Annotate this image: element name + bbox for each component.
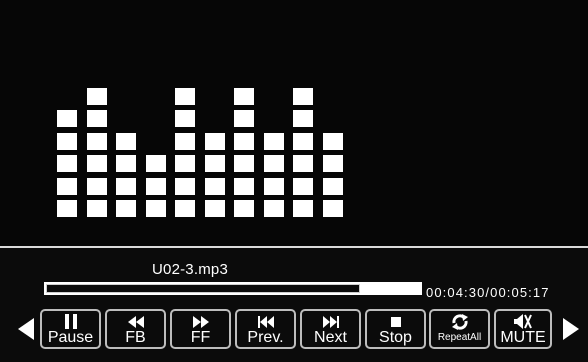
progress-played [46, 284, 360, 293]
fast-forward-icon [172, 314, 229, 329]
prev-label: Prev. [247, 329, 284, 346]
equalizer-block [175, 200, 195, 217]
right-arrow-icon[interactable] [563, 318, 579, 340]
stop-icon [367, 314, 424, 329]
progress-bar[interactable] [44, 282, 422, 295]
equalizer-block [234, 133, 254, 150]
next-track-icon [302, 314, 359, 329]
left-arrow-icon[interactable] [18, 318, 34, 340]
equalizer-block [87, 88, 107, 105]
equalizer-block [146, 155, 166, 172]
divider [0, 246, 588, 248]
equalizer-block [293, 133, 313, 150]
next-button[interactable]: Next [300, 309, 361, 349]
equalizer-block [175, 133, 195, 150]
equalizer-block [293, 155, 313, 172]
audio-visualizer [0, 0, 588, 246]
equalizer-block [205, 155, 225, 172]
stop-label: Stop [379, 329, 412, 346]
fast-backward-icon [107, 314, 164, 329]
equalizer-block [205, 200, 225, 217]
equalizer-block [175, 88, 195, 105]
equalizer-block [87, 133, 107, 150]
equalizer-block [323, 155, 343, 172]
equalizer-block [293, 88, 313, 105]
pause-button[interactable]: Pause [40, 309, 101, 349]
equalizer-block [57, 200, 77, 217]
equalizer-block [116, 200, 136, 217]
previous-track-icon [237, 314, 294, 329]
equalizer-block [205, 133, 225, 150]
repeat-all-button[interactable]: RepeatAll [429, 309, 490, 349]
stop-button[interactable]: Stop [365, 309, 426, 349]
fb-button[interactable]: FB [105, 309, 166, 349]
equalizer-block [323, 178, 343, 195]
equalizer-block [264, 200, 284, 217]
equalizer-block [57, 133, 77, 150]
equalizer-block [234, 200, 254, 217]
equalizer-block [293, 200, 313, 217]
equalizer-block [234, 110, 254, 127]
equalizer-block [175, 155, 195, 172]
equalizer-block [293, 110, 313, 127]
equalizer-block [323, 200, 343, 217]
repeat-all-label: RepeatAll [437, 332, 482, 343]
track-filename: U02-3.mp3 [152, 261, 229, 278]
media-player-screen: U02-3.mp3 00:04:30/00:05:17 Pause FB FF … [0, 0, 588, 362]
equalizer-block [57, 178, 77, 195]
equalizer-block [234, 88, 254, 105]
equalizer-block [234, 178, 254, 195]
equalizer-block [57, 110, 77, 127]
equalizer-block [146, 200, 166, 217]
equalizer-block [87, 155, 107, 172]
equalizer-block [57, 155, 77, 172]
equalizer-block [293, 178, 313, 195]
equalizer-block [146, 178, 166, 195]
equalizer-block [87, 178, 107, 195]
ff-button[interactable]: FF [170, 309, 231, 349]
equalizer-block [323, 133, 343, 150]
mute-icon [496, 314, 550, 329]
time-display: 00:04:30/00:05:17 [426, 285, 550, 300]
next-label: Next [314, 329, 347, 346]
mute-button[interactable]: MUTE [494, 309, 552, 349]
equalizer-block [116, 155, 136, 172]
equalizer-block [116, 133, 136, 150]
fb-label: FB [125, 329, 146, 346]
pause-label: Pause [47, 329, 94, 346]
repeat-icon [431, 313, 488, 330]
pause-icon [42, 314, 99, 329]
equalizer-block [234, 155, 254, 172]
prev-button[interactable]: Prev. [235, 309, 296, 349]
equalizer-block [205, 178, 225, 195]
equalizer-block [87, 110, 107, 127]
equalizer-block [175, 178, 195, 195]
mute-label: MUTE [500, 329, 546, 346]
equalizer-block [116, 178, 136, 195]
equalizer-block [175, 110, 195, 127]
equalizer-block [87, 200, 107, 217]
equalizer-block [264, 155, 284, 172]
equalizer-block [264, 178, 284, 195]
ff-label: FF [190, 329, 211, 346]
equalizer-block [264, 133, 284, 150]
